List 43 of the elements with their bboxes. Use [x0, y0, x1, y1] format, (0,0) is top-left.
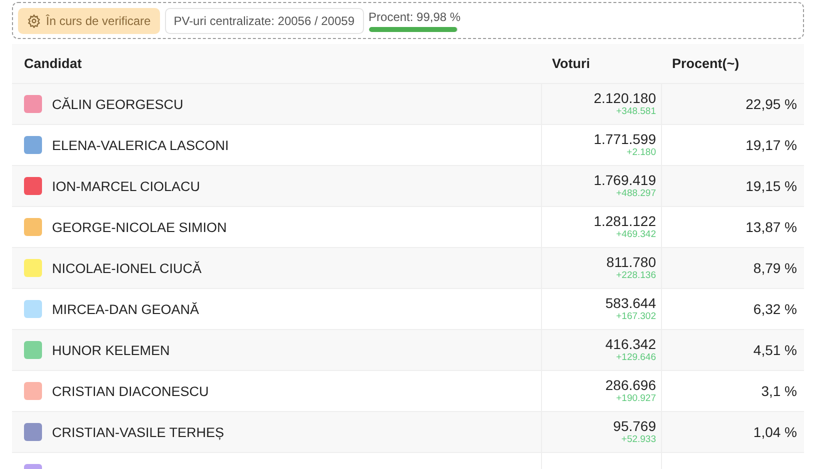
candidate-name: MIRCEA-DAN GEOANĂ [52, 302, 200, 316]
candidate-name: ION-MARCEL CIOLACU [52, 178, 200, 194]
vote-percent: 6,32 % [753, 301, 797, 317]
candidate-name: CRISTIAN DIACONESCU [52, 384, 209, 398]
vote-delta: +129.646 [616, 352, 656, 363]
vote-count: 95.769 [613, 419, 656, 434]
vote-count: 583.644 [605, 296, 656, 311]
progress-label: Procent: 99,98 % [368, 10, 461, 24]
vote-delta: +469.342 [616, 229, 656, 240]
candidate-name: CRISTIAN-VASILE TERHEȘ [52, 424, 224, 440]
vote-count: 416.342 [605, 337, 656, 352]
candidate-name: HUNOR KELEMEN [52, 342, 170, 358]
column-header: Procent(~) [672, 56, 740, 71]
candidate-name: NICOLAE-IONEL CIUCĂ [52, 260, 202, 276]
vote-percent: 22,95 % [746, 96, 797, 112]
vote-delta: +228.136 [616, 270, 656, 281]
vote-percent: 1,04 % [753, 424, 797, 440]
vote-delta: +190.927 [616, 393, 656, 404]
status-label: În curs de verificare [46, 14, 151, 28]
vote-count: 2.120.180 [594, 91, 656, 106]
vote-percent: 19,15 % [746, 178, 797, 194]
vote-count: 811.780 [606, 255, 656, 270]
vote-count: 286.696 [605, 378, 656, 393]
column-header: Candidat [24, 56, 82, 71]
vote-count: 1.769.419 [594, 173, 656, 188]
vote-count: 1.771.599 [594, 132, 656, 147]
vote-delta: +348.581 [616, 106, 656, 117]
settings-icon [27, 14, 41, 28]
vote-percent: 3,1 % [761, 383, 797, 399]
vote-count: 1.281.122 [594, 214, 656, 229]
vote-percent: 8,79 % [753, 260, 797, 276]
column-header: Voturi [552, 56, 590, 71]
candidate-name: GEORGE-NICOLAE SIMION [52, 220, 227, 234]
vote-percent: 4,51 % [753, 342, 797, 358]
vote-delta: +167.302 [616, 311, 656, 322]
vote-delta: +2.180 [626, 147, 656, 158]
candidate-name: CĂLIN GEORGESCU [52, 96, 184, 112]
counter-badge: PV-uri centralizate: 20056 / 20059 [164, 8, 364, 34]
vote-delta: +488.297 [616, 188, 656, 199]
candidate-name: ELENA-VALERICA LASCONI [52, 138, 229, 152]
vote-percent: 19,17 % [746, 137, 797, 153]
vote-delta: +52.933 [621, 434, 656, 445]
vote-percent: 13,87 % [746, 219, 797, 235]
